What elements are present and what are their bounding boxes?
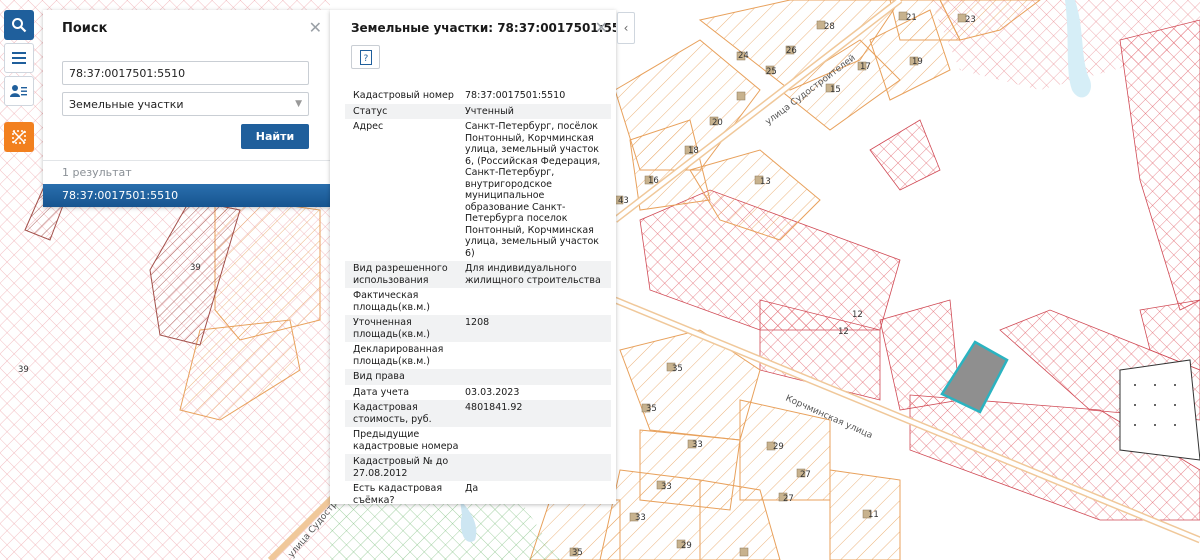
attribute-key: Есть кадастровая съёмка? — [353, 483, 443, 504]
close-icon[interactable]: ✕ — [595, 20, 608, 36]
collapse-panel-button[interactable]: ‹ — [617, 12, 635, 44]
attribute-value: 03.03.2023 — [465, 386, 520, 398]
attribute-key: Декларированная площадь(кв.м.) — [353, 344, 444, 367]
parcel-label: 43 — [618, 196, 629, 206]
search-panel: Поиск ✕ Земельные участки ▼ Найти 1 резу… — [43, 10, 330, 207]
parcel-label: 26 — [786, 46, 797, 56]
parcel-label: 28 — [824, 22, 835, 32]
parcel-label: 35 — [672, 364, 683, 374]
parcel-label: 29 — [773, 442, 784, 452]
parcel-label: 35 — [572, 548, 583, 558]
attribute-row: Предыдущие кадастровые номера — [345, 427, 611, 454]
attribute-key: Вид права — [353, 371, 405, 382]
menu-button[interactable] — [4, 43, 34, 73]
document-icon: ? — [359, 49, 372, 65]
attribute-key: Уточненная площадь(кв.м.) — [353, 317, 430, 340]
attribute-row: Адрес Санкт-Петербург, посёлок Понтонный,… — [345, 119, 611, 261]
attribute-row: Вид разрешенного использования Для индиви… — [345, 261, 611, 288]
parcel-label: 20 — [712, 118, 723, 128]
measure-icon — [12, 130, 26, 144]
attribute-value: Санкт-Петербург, посёлок Понтонный, Корч… — [465, 121, 601, 259]
attribute-row: Фактическая площадь(кв.м.) — [345, 288, 611, 315]
parcel-label: 18 — [688, 146, 699, 156]
parcel-label: 16 — [648, 176, 659, 186]
attribute-row: Дата учета 03.03.2023 — [345, 385, 611, 401]
attribute-key: Фактическая площадь(кв.м.) — [353, 290, 430, 313]
document-button[interactable]: ? — [351, 45, 380, 69]
parcel-label: 15 — [830, 85, 841, 95]
object-type-select[interactable]: Земельные участки ▼ — [62, 92, 309, 116]
parcel-label: 27 — [800, 470, 811, 480]
attribute-key: Дата учета — [353, 386, 410, 398]
parcel-label: 33 — [635, 513, 646, 523]
parcel-info-panel: Земельные участки: 78:37:0017501:5510 ✕ … — [330, 10, 616, 504]
parcel-attributes-table: Кадастровый номер 78:37:0017501:5510 Стат… — [345, 88, 611, 504]
attribute-row: Кадастровый номер 78:37:0017501:5510 — [345, 88, 611, 104]
attribute-value — [465, 429, 611, 452]
attribute-row: Уточненная площадь(кв.м.) 1208 — [345, 315, 611, 342]
attribute-value — [465, 371, 611, 383]
parcel-label: 39 — [190, 263, 201, 273]
attribute-value — [465, 344, 611, 367]
parcel-label: 39 — [18, 365, 29, 375]
parcel-label: 13 — [760, 177, 771, 187]
person-list-icon — [10, 85, 27, 97]
parcel-label: 35 — [646, 404, 657, 414]
chevron-down-icon: ▼ — [295, 99, 302, 109]
parcel-label: 19 — [912, 57, 923, 67]
parcel-info-title: Земельные участки: 78:37:0017501:5510 — [351, 21, 616, 35]
attribute-row: Декларированная площадь(кв.м.) — [345, 342, 611, 369]
object-type-selected: Земельные участки — [69, 97, 184, 111]
parcel-label: 23 — [965, 15, 976, 25]
attribute-value: Для индивидуального жилищного строительс… — [465, 263, 601, 286]
attribute-key: Кадастровый № до 27.08.2012 — [353, 456, 449, 479]
parcel-label: 11 — [868, 510, 879, 520]
close-icon[interactable]: ✕ — [309, 20, 322, 36]
search-icon — [12, 18, 27, 33]
attribute-value — [465, 456, 611, 479]
attribute-row: Есть кадастровая съёмка? Да — [345, 481, 611, 504]
attribute-key: Статус — [353, 105, 388, 117]
attribute-row: Вид права — [345, 369, 611, 385]
parcel-label: 27 — [783, 494, 794, 504]
find-button[interactable]: Найти — [241, 124, 309, 149]
result-count: 1 результат — [43, 160, 330, 184]
user-list-button[interactable] — [4, 76, 34, 106]
attribute-key: Кадастровая стоимость, руб. — [353, 402, 432, 425]
parcel-label: 25 — [766, 67, 777, 77]
measure-tool-button[interactable] — [4, 122, 34, 152]
attribute-row: Статус Учтенный — [345, 103, 611, 119]
parcel-label: 12 — [852, 310, 863, 320]
attribute-value: 1208 — [465, 317, 490, 328]
attribute-key: Адрес — [353, 121, 384, 132]
parcel-label: 29 — [681, 541, 692, 551]
attribute-row: Кадастровый № до 27.08.2012 — [345, 454, 611, 481]
attribute-key: Предыдущие кадастровые номера — [353, 429, 459, 452]
chevron-left-icon: ‹ — [623, 21, 629, 35]
svg-text:?: ? — [363, 54, 368, 64]
parcel-label: 24 — [738, 51, 749, 61]
attribute-row: Кадастровая стоимость, руб. 4801841.92 — [345, 400, 611, 427]
attribute-value: Да — [465, 483, 479, 494]
result-item[interactable]: 78:37:0017501:5510 — [43, 184, 330, 207]
attribute-value: 78:37:0017501:5510 — [465, 90, 566, 101]
parcel-label: 21 — [906, 13, 917, 23]
attribute-value — [465, 290, 611, 313]
attribute-value: Учтенный — [465, 105, 514, 117]
search-panel-title: Поиск — [62, 21, 108, 36]
search-tool-button[interactable] — [4, 10, 34, 40]
parcel-label: 12 — [838, 327, 849, 337]
attribute-key: Кадастровый номер — [353, 90, 454, 101]
parcel-label: 33 — [692, 440, 703, 450]
parcel-label: 17 — [860, 62, 871, 72]
attribute-value: 4801841.92 — [465, 402, 523, 413]
attribute-key: Вид разрешенного использования — [353, 263, 448, 286]
search-input[interactable] — [62, 61, 309, 85]
menu-icon — [12, 52, 26, 64]
parcel-label: 33 — [661, 482, 672, 492]
